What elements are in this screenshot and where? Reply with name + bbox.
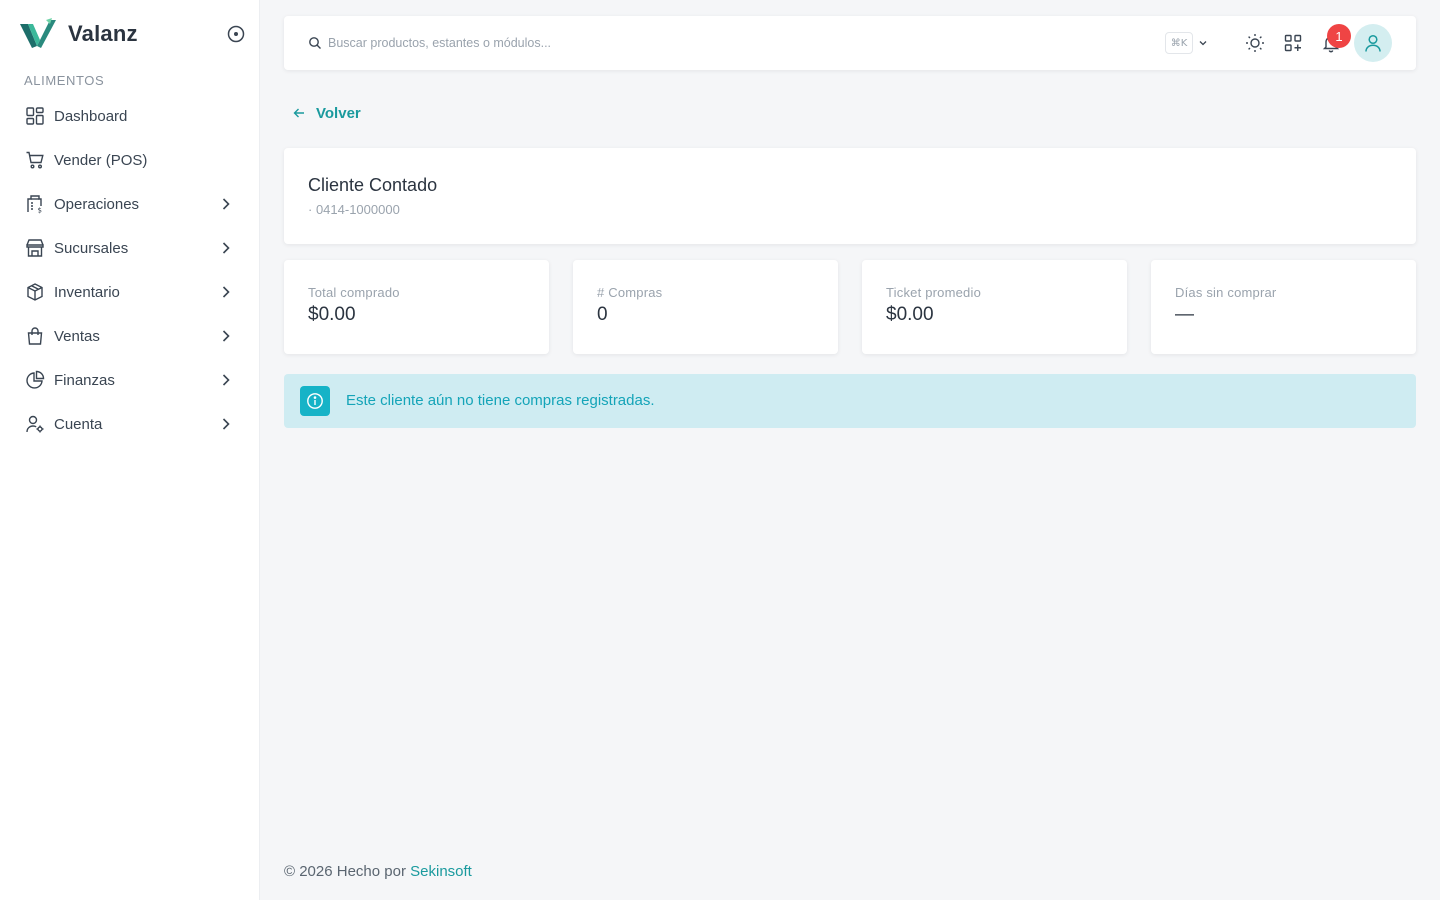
sidebar-item-sucursales[interactable]: Sucursales (0, 226, 260, 270)
sidebar-item-finanzas[interactable]: Finanzas (0, 358, 260, 402)
user-settings-icon (24, 413, 46, 435)
search-shortcut-hint: ⌘K (1165, 32, 1193, 54)
stat-card-dias-sin-comprar: Días sin comprar — (1151, 260, 1416, 354)
stat-label: Ticket promedio (886, 285, 981, 300)
store-icon (24, 237, 46, 259)
sidebar-item-label: Operaciones (54, 195, 140, 213)
chevron-right-icon (222, 374, 230, 386)
customer-name: Cliente Contado (308, 175, 438, 195)
brand[interactable]: Valanz (20, 18, 138, 50)
stat-card-ticket-promedio: Ticket promedio $0.00 (862, 260, 1127, 354)
back-link[interactable]: Volver (292, 102, 361, 124)
sidebar-item-vender-pos[interactable]: Vender (POS) (0, 138, 260, 182)
box-icon (24, 281, 46, 303)
sidebar-pin-icon[interactable] (226, 24, 246, 44)
svg-text:$: $ (38, 207, 42, 215)
chevron-right-icon (222, 286, 230, 298)
back-label: Volver (316, 104, 361, 122)
dashboard-grid-icon (24, 105, 46, 127)
notification-count-badge: 1 (1327, 24, 1351, 48)
footer: © 2026 Hecho por Sekinsoft (284, 863, 472, 880)
sidebar-item-dashboard[interactable]: Dashboard (0, 94, 260, 138)
topbar: ⌘K 1 (284, 16, 1416, 70)
info-icon (300, 386, 330, 416)
chevron-right-icon (222, 330, 230, 342)
theme-toggle-button[interactable] (1243, 31, 1267, 55)
chevron-right-icon (222, 418, 230, 430)
stat-card-total-comprado: Total comprado $0.00 (284, 260, 549, 354)
stat-label: Días sin comprar (1175, 285, 1277, 300)
chevron-right-icon (222, 242, 230, 254)
cart-icon (24, 149, 46, 171)
sidebar-item-inventario[interactable]: Inventario (0, 270, 260, 314)
apps-button[interactable] (1281, 31, 1305, 55)
chevron-down-icon[interactable] (1196, 36, 1210, 50)
footer-brand-link[interactable]: Sekinsoft (410, 863, 472, 880)
operations-doc-icon: $ (24, 193, 46, 215)
info-alert: Este cliente aún no tiene compras regist… (284, 374, 1416, 428)
footer-copyright: © 2026 Hecho por (284, 863, 406, 880)
search-input[interactable] (328, 33, 928, 53)
valanz-logo-icon (20, 18, 56, 48)
sidebar-item-operaciones[interactable]: $ Operaciones (0, 182, 260, 226)
search-icon (309, 37, 321, 49)
arrow-left-icon (293, 108, 304, 118)
sidebar-item-label: Sucursales (54, 239, 129, 257)
stat-value: 0 (597, 304, 608, 325)
sun-icon (1246, 34, 1264, 52)
sidebar-item-label: Inventario (54, 283, 120, 301)
customer-phone: · 0414-1000000 (308, 202, 400, 217)
avatar[interactable] (1354, 24, 1392, 62)
stat-value: $0.00 (308, 304, 356, 325)
brand-name: Valanz (68, 21, 138, 46)
sidebar-item-cuenta[interactable]: Cuenta (0, 402, 260, 446)
stat-label: # Compras (597, 285, 663, 300)
alert-message: Este cliente aún no tiene compras regist… (346, 392, 655, 409)
shopping-bag-icon (24, 325, 46, 347)
sidebar-item-label: Finanzas (54, 371, 115, 389)
sidebar-item-label: Vender (POS) (54, 151, 148, 169)
apps-grid-plus-icon (1284, 34, 1302, 52)
customer-card: Cliente Contado · 0414-1000000 (284, 148, 1416, 244)
sidebar-section-title: ALIMENTOS (24, 73, 105, 88)
stat-label: Total comprado (308, 285, 400, 300)
chevron-right-icon (222, 198, 230, 210)
sidebar: Valanz ALIMENTOS Dashboard Vender (POS) (0, 0, 260, 900)
stat-value: $0.00 (886, 304, 934, 325)
pie-chart-icon (24, 369, 46, 391)
sidebar-item-ventas[interactable]: Ventas (0, 314, 260, 358)
sidebar-item-label: Dashboard (54, 107, 128, 125)
sidebar-menu: Dashboard Vender (POS) $ Operaciones Suc… (0, 94, 260, 446)
user-icon (1365, 34, 1381, 52)
sidebar-item-label: Cuenta (54, 415, 103, 433)
sidebar-item-label: Ventas (54, 327, 100, 345)
stat-value: — (1175, 304, 1194, 325)
stat-card-compras: # Compras 0 (573, 260, 838, 354)
